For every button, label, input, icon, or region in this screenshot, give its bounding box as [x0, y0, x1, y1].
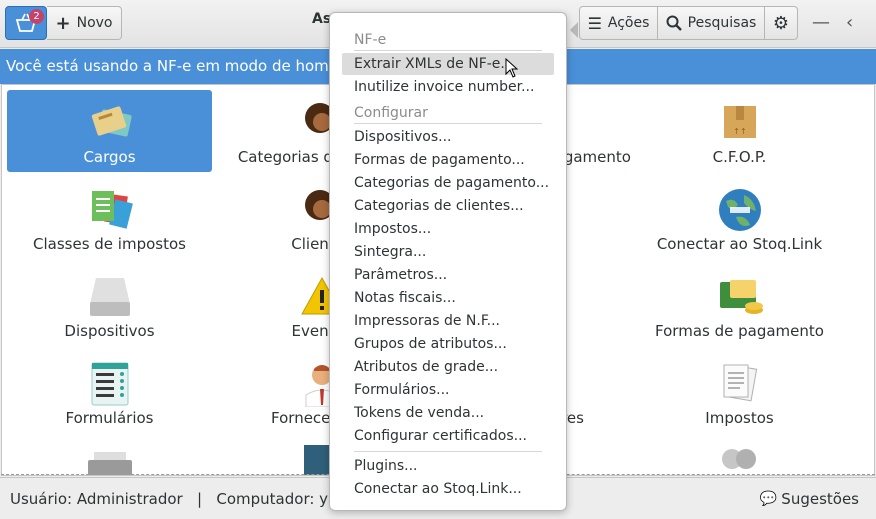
- menu-item-impostos[interactable]: Impostos...: [342, 218, 554, 240]
- settings-button[interactable]: ⚙: [764, 6, 798, 40]
- plus-icon: +: [55, 12, 71, 34]
- menu-item-configurar-certificados[interactable]: Configurar certificados...: [342, 425, 554, 447]
- launcher-item-cargos[interactable]: Cargos: [7, 90, 212, 172]
- menu-item-categorias-clientes[interactable]: Categorias de clientes...: [342, 195, 554, 217]
- menu-item-categorias-pagamento[interactable]: Categorias de pagamento...: [342, 172, 554, 194]
- launcher-item-cfop[interactable]: ↑↑ C.F.O.P.: [637, 90, 842, 172]
- form-icon: [91, 362, 128, 406]
- menu-header-configurar: Configurar: [354, 105, 428, 121]
- suggestions-label: Sugestões: [781, 490, 859, 508]
- actions-button[interactable]: ☰ Ações: [579, 6, 658, 40]
- device-icon: [89, 278, 130, 316]
- launcher-item-label: Formas de pagamento: [655, 322, 824, 340]
- suggestions-button[interactable]: 💬 Sugestões: [753, 484, 870, 514]
- launcher-item-label: Conectar ao Stoq.Link: [656, 235, 823, 253]
- launcher-item-label: Dispositivos: [64, 322, 155, 340]
- svg-text:↑↑: ↑↑: [733, 127, 746, 136]
- new-button-label: Novo: [76, 15, 113, 31]
- actions-button-label: Ações: [607, 15, 650, 31]
- menu-item-grupos-atributos[interactable]: Grupos de atributos...: [342, 333, 554, 355]
- menu-item-formularios[interactable]: Formulários...: [342, 379, 554, 401]
- menu-item-inutilize-invoice[interactable]: Inutilize invoice number...: [342, 76, 554, 98]
- menu-item-impressoras-nf[interactable]: Impressoras de N.F...: [342, 310, 554, 332]
- mouse-cursor-icon: [505, 58, 519, 78]
- launcher-item-impostos[interactable]: Impostos: [637, 351, 842, 433]
- globe-icon: [718, 189, 761, 231]
- menu-item-notas-fiscais[interactable]: Notas fiscais...: [342, 287, 554, 309]
- box-icon: ↑↑: [723, 106, 756, 138]
- menu-item-atributos-grade[interactable]: Atributos de grade...: [342, 356, 554, 378]
- printer-icon: [88, 452, 132, 475]
- menu-item-sintegra[interactable]: Sintegra...: [342, 241, 554, 263]
- launcher-item-dispositivos[interactable]: Dispositivos: [7, 264, 212, 346]
- search-button-label: Pesquisas: [687, 15, 757, 31]
- menu-item-extrair-xmls[interactable]: Extrair XMLs de NF-e...: [342, 53, 554, 75]
- tax-classes-icon: [91, 191, 133, 229]
- menu-item-formas-pagamento[interactable]: Formas de pagamento...: [342, 149, 554, 171]
- minimize-icon[interactable]: —: [812, 12, 830, 33]
- launcher-item-label: Classes de impostos: [33, 235, 186, 253]
- back-icon[interactable]: ‹: [846, 12, 853, 33]
- menu-item-dispositivos[interactable]: Dispositivos...: [342, 126, 554, 148]
- status-text: Usuário: Administrador | Computador: yar…: [10, 490, 356, 508]
- popover-arrow: [570, 22, 578, 38]
- book-icon: [304, 445, 330, 475]
- launcher-item-label: Cargos: [83, 148, 136, 166]
- launcher-item-label: C.F.O.P.: [712, 148, 767, 166]
- new-button[interactable]: + Novo: [47, 6, 122, 40]
- launcher-item-formularios[interactable]: Formulários: [7, 351, 212, 433]
- users-icon: [722, 449, 756, 469]
- search-icon: [666, 15, 682, 31]
- menu-separator: [354, 50, 542, 51]
- cart-badge: 2: [29, 9, 44, 24]
- menu-header-nfe: NF-e: [354, 32, 387, 48]
- speech-bubble-icon: 💬: [759, 491, 778, 507]
- launcher-item-label: Impostos: [705, 409, 774, 427]
- menu-item-parametros[interactable]: Parâmetros...: [342, 264, 554, 286]
- menu-item-conectar-stoq-link[interactable]: Conectar ao Stoq.Link...: [342, 478, 554, 500]
- search-button[interactable]: Pesquisas: [657, 6, 765, 40]
- cargos-icon: [91, 106, 132, 137]
- documents-icon: [723, 364, 757, 402]
- menu-separator: [354, 451, 542, 452]
- launcher-item-classes-impostos[interactable]: Classes de impostos: [7, 177, 212, 259]
- money-icon: [719, 280, 763, 314]
- launcher-item-label: Formulários: [65, 409, 154, 427]
- menu-icon: ☰: [587, 13, 602, 33]
- gear-icon: ⚙: [772, 12, 790, 34]
- launcher-item-stoq-link[interactable]: Conectar ao Stoq.Link: [637, 177, 842, 259]
- actions-menu: NF-e Extrair XMLs de NF-e... Inutilize i…: [329, 12, 567, 511]
- menu-item-plugins[interactable]: Plugins...: [342, 455, 554, 477]
- launcher-item-formas-pagamento[interactable]: Formas de pagamento: [637, 264, 842, 346]
- menu-separator: [354, 123, 542, 124]
- menu-item-tokens-venda[interactable]: Tokens de venda...: [342, 402, 554, 424]
